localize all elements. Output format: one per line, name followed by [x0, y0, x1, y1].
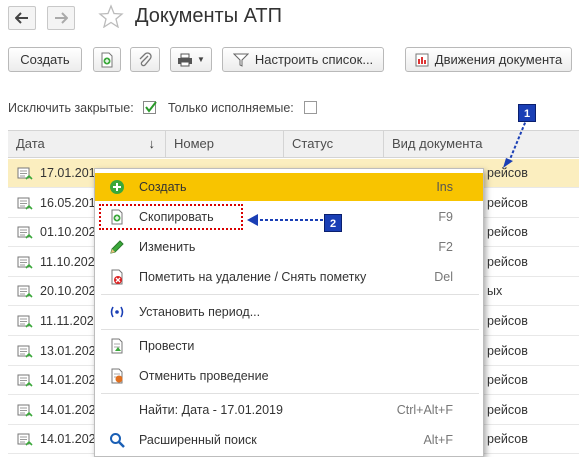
document-movements-label: Движения документа [434, 52, 563, 67]
document-icon [17, 315, 33, 332]
column-header-number[interactable]: Номер [166, 131, 284, 157]
search-icon [110, 433, 125, 448]
only-executed-checkbox[interactable] [304, 101, 317, 117]
delete-mark-icon [111, 269, 123, 285]
print-button[interactable]: ▼ [170, 47, 212, 72]
menu-item-unpost[interactable]: Отменить проведение [95, 362, 483, 390]
column-date-label: Дата [16, 136, 45, 151]
document-movements-button[interactable]: Движения документа [405, 47, 572, 72]
menu-separator [101, 393, 479, 394]
arrow-left-icon [15, 12, 28, 24]
row-doc-type: рейсов [487, 254, 528, 269]
document-icon [17, 433, 33, 450]
menu-separator [101, 294, 479, 295]
table-header: Дата ↓ Номер Статус Вид документа [8, 130, 579, 158]
menu-item-shortcut: Ctrl+Alt+F [396, 403, 453, 417]
document-icon [17, 374, 33, 391]
menu-item-shortcut: Del [434, 270, 453, 284]
row-date: 11.10.2020 [40, 254, 102, 269]
list-settings-icon [232, 53, 249, 67]
column-doc-type-label: Вид документа [392, 136, 483, 151]
copy-highlight-outline [99, 204, 243, 230]
column-number-label: Номер [174, 136, 215, 151]
row-doc-type: рейсов [487, 225, 528, 240]
row-doc-type: рейсов [487, 314, 528, 328]
forward-button[interactable] [47, 6, 75, 30]
annotation-badge-1: 1 [518, 104, 536, 122]
create-button-label: Создать [20, 52, 70, 67]
pencil-icon [110, 240, 124, 254]
paperclip-icon [139, 51, 152, 66]
row-doc-type: рейсов [487, 343, 528, 358]
column-header-date[interactable]: Дата ↓ [8, 131, 166, 157]
star-icon[interactable] [98, 4, 124, 28]
document-icon [17, 256, 33, 273]
column-header-status[interactable]: Статус [284, 131, 384, 157]
chevron-down-icon: ▼ [197, 55, 205, 64]
menu-item-post[interactable]: Провести [95, 332, 483, 360]
row-date: 11.11.2020 [40, 314, 101, 328]
annotation-arrow-2 [247, 214, 323, 226]
document-icon [17, 345, 33, 362]
menu-item-label: Найти: Дата - 17.01.2019 [139, 403, 283, 417]
copy-button[interactable] [93, 47, 121, 72]
menu-item-find[interactable]: Найти: Дата - 17.01.2019 Ctrl+Alt+F [95, 396, 483, 424]
plus-circle-icon [110, 180, 124, 194]
exclude-closed-checkbox[interactable] [143, 101, 157, 117]
back-button[interactable] [8, 6, 36, 30]
sort-arrow-icon: ↓ [148, 136, 156, 151]
only-executed-label: Только исполняемые: [168, 101, 294, 115]
unpost-document-icon [111, 368, 123, 384]
create-button[interactable]: Создать [8, 47, 82, 72]
column-status-label: Статус [292, 136, 334, 151]
menu-item-label: Создать [139, 180, 187, 194]
menu-item-shortcut: F2 [438, 240, 453, 254]
copy-document-icon [101, 52, 113, 67]
column-header-doc-type[interactable]: Вид документа [384, 131, 579, 157]
document-icon [17, 285, 33, 302]
post-document-icon [111, 338, 123, 354]
menu-item-label: Расширенный поиск [139, 433, 257, 447]
menu-item-create[interactable]: Создать Ins [95, 173, 483, 201]
attach-button[interactable] [130, 47, 160, 72]
menu-item-shortcut: Alt+F [423, 433, 453, 447]
row-doc-type: рейсов [487, 432, 528, 447]
menu-item-label: Изменить [139, 240, 196, 254]
period-icon [110, 306, 124, 318]
menu-separator [101, 329, 479, 330]
arrow-right-icon [55, 12, 68, 24]
page-title: Документы АТП [135, 5, 283, 27]
document-icon [17, 226, 33, 243]
row-doc-type: рейсов [487, 402, 528, 417]
printer-icon [178, 53, 193, 66]
configure-list-button[interactable]: Настроить список... [222, 47, 384, 72]
document-icon [17, 404, 33, 421]
menu-item-label: Пометить на удаление / Снять пометку [139, 270, 367, 284]
row-doc-type: ых [487, 284, 503, 299]
exclude-closed-label: Исключить закрытые: [8, 101, 134, 115]
menu-item-label: Установить период... [139, 305, 261, 319]
menu-item-mark-delete[interactable]: Пометить на удаление / Снять пометку Del [95, 263, 483, 291]
menu-item-label: Провести [139, 339, 195, 353]
menu-item-set-period[interactable]: Установить период... [95, 298, 483, 326]
menu-item-shortcut: F9 [438, 210, 453, 224]
row-doc-type: рейсов [487, 195, 528, 210]
menu-item-shortcut: Ins [436, 180, 453, 194]
menu-item-advanced-search[interactable]: Расширенный поиск Alt+F [95, 426, 483, 454]
menu-item-edit[interactable]: Изменить F2 [95, 233, 483, 261]
document-icon [17, 167, 33, 184]
configure-list-label: Настроить список... [254, 52, 374, 67]
movements-icon [415, 53, 429, 66]
menu-item-label: Отменить проведение [139, 369, 269, 383]
annotation-badge-2: 2 [324, 214, 342, 232]
document-icon [17, 197, 33, 214]
checkmark-icon [145, 101, 157, 113]
row-doc-type: рейсов [487, 373, 528, 388]
